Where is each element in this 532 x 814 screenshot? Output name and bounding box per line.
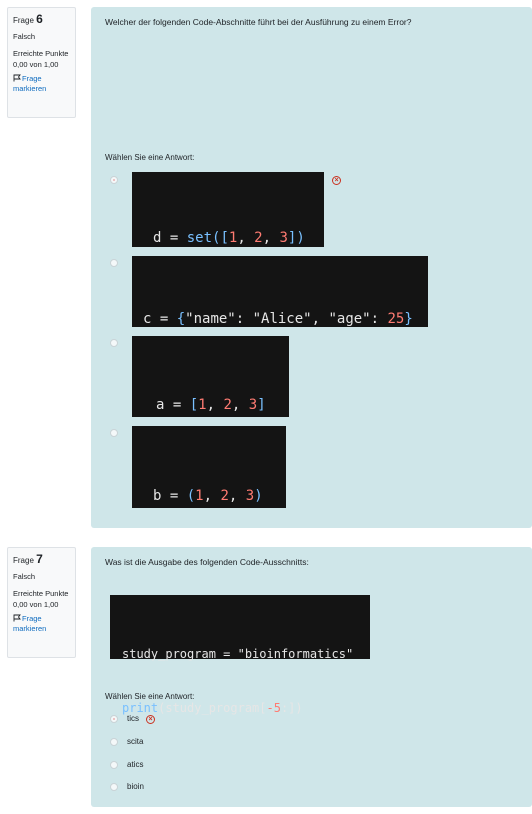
answer-label-bioin[interactable]: bioin	[127, 782, 144, 791]
answer-prompt: Wählen Sie eine Antwort:	[105, 692, 195, 701]
answer-radio-atics[interactable]	[110, 761, 118, 769]
flag-question-link[interactable]: Frage markieren	[13, 74, 70, 94]
incorrect-icon: ×	[146, 715, 155, 724]
question-info-7: Frage 7 Falsch Erreichte Punkte 0,00 von…	[7, 547, 76, 658]
question-text: Was ist die Ausgabe des folgenden Code-A…	[105, 557, 309, 567]
flag-icon	[13, 74, 21, 82]
code-option-3: a = [1, 2, 3] a[1] = "two"	[132, 336, 289, 479]
code-option-4: b = (1, 2, 3) b[1] = "two"	[132, 426, 286, 570]
question-info-6: Frage 6 Falsch Erreichte Punkte 0,00 von…	[7, 7, 76, 118]
answer-label-scita[interactable]: scita	[127, 737, 143, 746]
code-option-2: c = {"name": "Alice", "age": 25} c["age"…	[132, 256, 428, 393]
question-content-6: Welcher der folgenden Code-Abschnitte fü…	[91, 7, 532, 570]
code-option-1: d = set([1, 2, 3]) d.add(4)	[132, 172, 324, 312]
code-snippet: study_program = "bioinformatics" print(s…	[110, 595, 370, 715]
flag-question-link[interactable]: Frage markieren	[13, 614, 70, 634]
answer-radio-bioin[interactable]	[110, 783, 118, 791]
question-content-7: Was ist die Ausgabe des folgenden Code-A…	[91, 547, 532, 807]
question-grade: Erreichte Punkte 0,00 von 1,00	[13, 589, 69, 609]
answer-radio-1[interactable]	[110, 176, 118, 184]
question-state: Falsch	[13, 572, 36, 581]
answer-label-atics[interactable]: atics	[127, 760, 143, 769]
flag-icon	[13, 614, 21, 622]
question-text: Welcher der folgenden Code-Abschnitte fü…	[105, 17, 412, 27]
answer-label-tics[interactable]: tics	[127, 714, 139, 723]
question-number: Frage 7	[13, 552, 43, 566]
answer-radio-scita[interactable]	[110, 738, 118, 746]
incorrect-icon: ×	[332, 176, 341, 185]
answer-prompt: Wählen Sie eine Antwort:	[105, 153, 195, 162]
answer-radio-4[interactable]	[110, 429, 118, 437]
question-grade: Erreichte Punkte 0,00 von 1,00	[13, 49, 69, 69]
answer-radio-2[interactable]	[110, 259, 118, 267]
question-state: Falsch	[13, 32, 36, 41]
answer-radio-3[interactable]	[110, 339, 118, 347]
answer-radio-tics[interactable]	[110, 715, 118, 723]
question-number: Frage 6	[13, 12, 43, 26]
